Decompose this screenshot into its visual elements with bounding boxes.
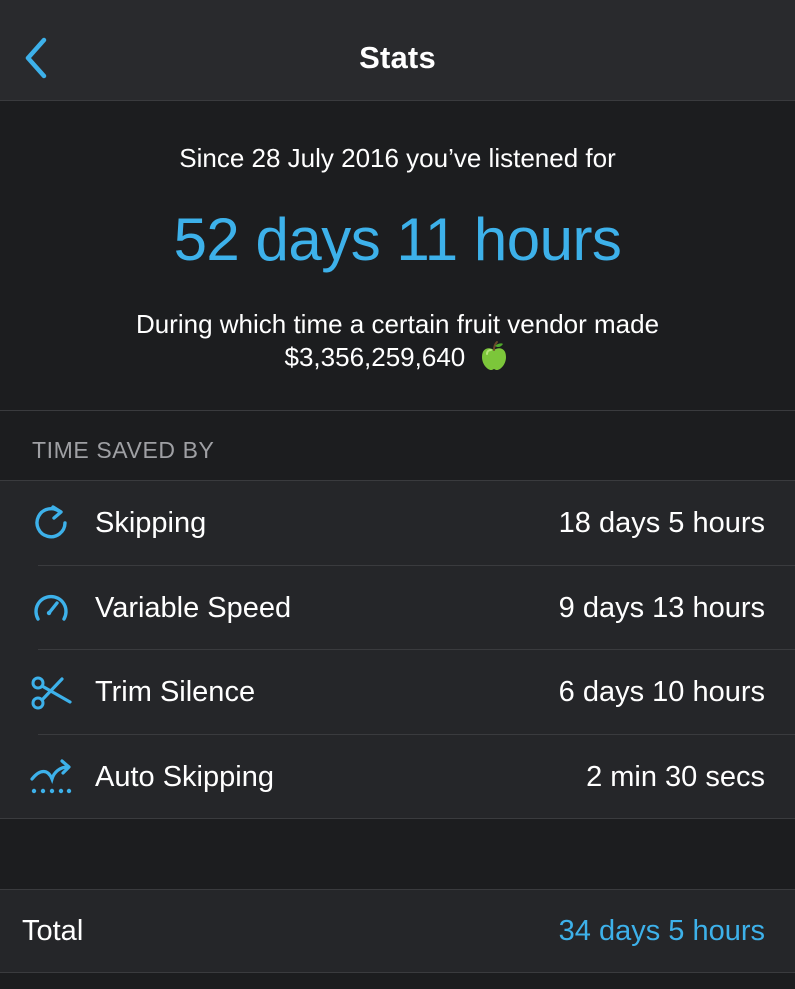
row-label: Variable Speed [95,591,292,624]
row-value: 6 days 10 hours [558,676,765,708]
total-label: Total [22,915,84,947]
row-value: 18 days 5 hours [558,507,765,539]
row-divider [0,818,795,819]
since-text: Since 28 July 2016 you’ve listened for [179,143,616,173]
auto-skip-icon [30,758,72,793]
vendor-amount: $3,356,259,640 [284,342,466,372]
speedometer-icon [34,594,68,621]
list-item-auto-skipping[interactable]: Auto Skipping 2 min 30 secs [0,735,795,819]
row-label: Trim Silence [95,676,256,708]
row-value: 2 min 30 secs [586,760,765,793]
total-row: Total 34 days 5 hours [0,889,795,973]
row-label: Auto Skipping [95,760,274,793]
scissors-icon [31,676,72,710]
section-header-label: TIME SAVED BY [32,437,215,463]
total-listened-time: 52 days 11 hours [173,206,622,273]
green-apple-icon [482,341,507,370]
row-label: Skipping [95,507,207,539]
list-item-trim-silence[interactable]: Trim Silence 6 days 10 hours [0,650,795,735]
vendor-text: During which time a certain fruit vendor… [80,308,715,373]
total-value: 34 days 5 hours [558,915,765,947]
listening-summary: Since 28 July 2016 you’ve listened for 5… [0,101,795,411]
list-item-skipping[interactable]: Skipping 18 days 5 hours [0,481,795,566]
time-saved-section-header: TIME SAVED BY [0,411,795,481]
vendor-text-line: During which time a certain fruit vendor… [135,309,660,339]
time-saved-list: Skipping 18 days 5 hours Variable Speed … [0,481,795,819]
navigation-bar: Stats [0,0,795,101]
page-title: Stats [359,40,436,75]
row-value: 9 days 13 hours [558,591,765,624]
skip-forward-icon [35,505,67,539]
list-item-variable-speed[interactable]: Variable Speed 9 days 13 hours [0,566,795,650]
